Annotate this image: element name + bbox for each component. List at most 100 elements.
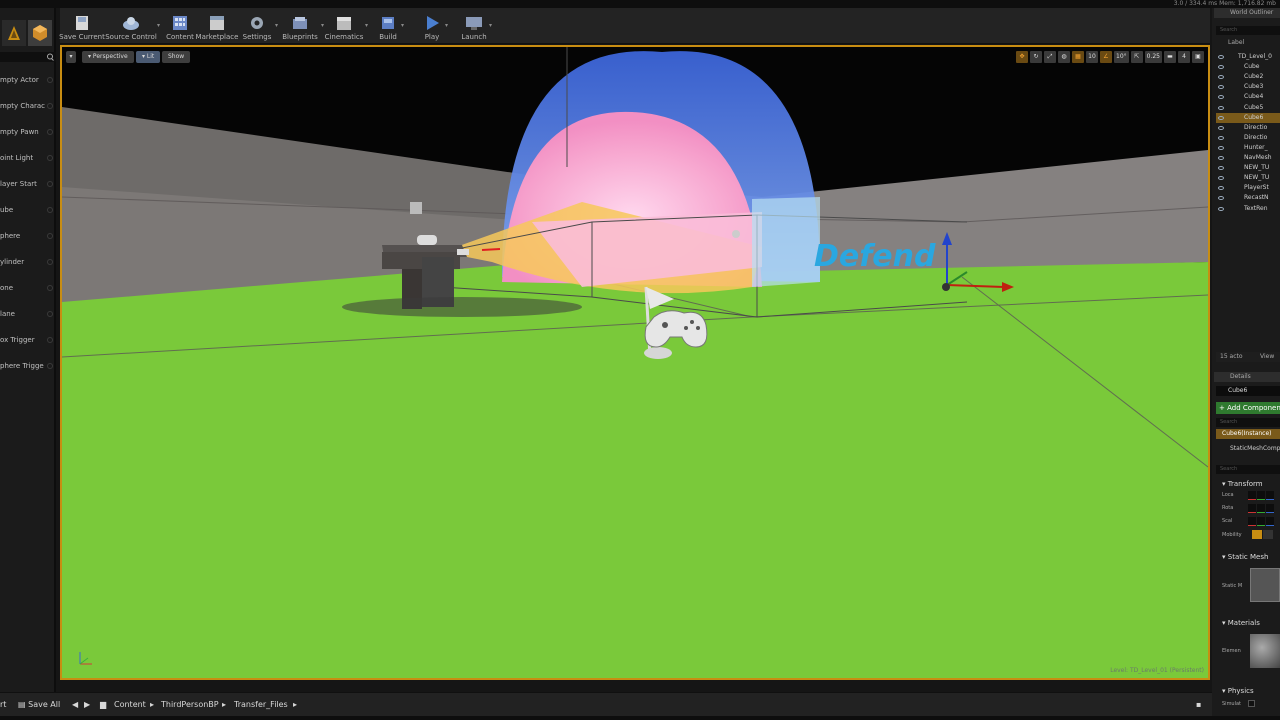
source-control-button[interactable]: Source Control ▾ <box>105 10 160 42</box>
details-tab[interactable]: Details <box>1214 372 1280 382</box>
chevron-down-icon[interactable]: ▾ <box>445 22 448 29</box>
breadcrumb-thirdpersonbp[interactable]: ThirdPersonBP <box>161 693 219 717</box>
place-search-input[interactable] <box>0 52 56 62</box>
place-actor-item[interactable]: ox Trigger <box>0 329 56 351</box>
eye-icon[interactable] <box>1218 65 1224 70</box>
perspective-button[interactable]: ▾ Perspective <box>82 51 134 63</box>
place-actor-item[interactable]: mpty Actor <box>0 69 56 91</box>
place-actor-item[interactable]: ube <box>0 199 56 221</box>
maximize-viewport-icon[interactable]: ▣ <box>1192 51 1204 63</box>
add-component-button[interactable]: + Add Componen <box>1216 402 1280 414</box>
object-name-field[interactable]: Cube6 <box>1216 386 1280 396</box>
viewport-menu-button[interactable]: ▾ <box>66 51 76 63</box>
chevron-down-icon[interactable]: ▾ <box>321 22 324 29</box>
location-fields[interactable] <box>1248 491 1274 500</box>
breadcrumb-content[interactable]: Content <box>114 693 146 717</box>
import-button[interactable]: rt <box>0 693 6 717</box>
outliner-row[interactable]: Cube6 <box>1216 112 1280 123</box>
place-actor-item[interactable]: layer Start <box>0 173 56 195</box>
scale-fields[interactable] <box>1248 517 1274 526</box>
eye-icon[interactable] <box>1218 125 1224 130</box>
save-current-button[interactable]: Save Current <box>59 10 105 42</box>
eye-icon[interactable] <box>1218 85 1224 90</box>
landscape-mode-tab[interactable] <box>2 20 26 46</box>
outliner-row[interactable]: Cube5 <box>1216 103 1280 113</box>
component-search-input[interactable]: Search <box>1216 418 1280 427</box>
simulate-physics-checkbox[interactable] <box>1248 700 1255 707</box>
chevron-down-icon[interactable]: ▾ <box>157 22 160 29</box>
place-actor-item[interactable]: mpty Pawn <box>0 121 56 143</box>
drag-handle-icon[interactable] <box>47 363 53 369</box>
world-outliner-tab[interactable]: World Outliner <box>1214 8 1280 18</box>
view-options-button[interactable]: View <box>1260 352 1274 362</box>
world-space-icon[interactable]: ◍ <box>1058 51 1070 63</box>
eye-icon[interactable] <box>1218 196 1224 201</box>
instance-row[interactable]: Cube6(Instance) <box>1216 429 1280 439</box>
outliner-row[interactable]: Cube2 <box>1216 72 1280 82</box>
chevron-down-icon[interactable]: ▾ <box>489 22 492 29</box>
outliner-row[interactable]: PlayerSt <box>1216 183 1280 193</box>
launch-button[interactable]: Launch ▾ <box>461 10 492 42</box>
details-search-input[interactable]: Search <box>1216 465 1280 474</box>
chevron-down-icon[interactable]: ▾ <box>365 22 368 29</box>
drag-handle-icon[interactable] <box>47 337 53 343</box>
place-actor-item[interactable]: mpty Charac <box>0 95 56 117</box>
content-button[interactable]: Content <box>164 10 196 42</box>
materials-section-header[interactable]: ▾ Materials <box>1216 617 1280 629</box>
eye-icon[interactable] <box>1218 75 1224 80</box>
cinematics-button[interactable]: Cinematics ▾ <box>325 10 368 42</box>
blueprints-button[interactable]: Blueprints ▾ <box>282 10 324 42</box>
drag-handle-icon[interactable] <box>47 129 53 135</box>
play-button[interactable]: Play ▾ <box>422 10 448 42</box>
eye-icon[interactable] <box>1218 186 1224 191</box>
rotation-snap-value[interactable]: 10° <box>1114 51 1129 63</box>
eye-icon[interactable] <box>1218 166 1224 171</box>
drag-handle-icon[interactable] <box>47 285 53 291</box>
rotation-snap-icon[interactable]: ∠ <box>1100 51 1112 63</box>
rotation-fields[interactable] <box>1248 504 1274 513</box>
movable-mobility-icon[interactable] <box>1263 530 1273 539</box>
static-mesh-thumbnail[interactable] <box>1250 568 1280 602</box>
place-actor-item[interactable]: ylinder <box>0 251 56 273</box>
camera-speed-value[interactable]: 4 <box>1178 51 1190 63</box>
outliner-row[interactable]: RecastN <box>1216 193 1280 203</box>
drag-handle-icon[interactable] <box>47 207 53 213</box>
outliner-row[interactable]: Cube3 <box>1216 82 1280 92</box>
drag-handle-icon[interactable] <box>47 311 53 317</box>
physics-section-header[interactable]: ▾ Physics <box>1216 685 1280 697</box>
lit-button[interactable]: ▾ Lit <box>136 51 161 63</box>
folder-icon[interactable]: ▆ <box>100 693 106 717</box>
chevron-down-icon[interactable]: ▾ <box>275 22 278 29</box>
settings-button[interactable]: Settings ▾ <box>242 10 278 42</box>
eye-icon[interactable] <box>1218 156 1224 160</box>
back-arrow-icon[interactable]: ◀ <box>72 693 78 717</box>
outliner-row[interactable]: Directio <box>1216 123 1280 133</box>
lock-icon[interactable]: ▪ <box>1196 693 1201 717</box>
outliner-row[interactable]: Hunter_ <box>1216 143 1280 153</box>
mobility-toggle[interactable] <box>1252 530 1276 539</box>
chevron-down-icon[interactable]: ▾ <box>401 22 404 29</box>
breadcrumb-transfer-files[interactable]: Transfer_Files <box>234 693 288 717</box>
outliner-row[interactable]: NEW_TU <box>1216 163 1280 173</box>
build-button[interactable]: Build ▾ <box>378 10 404 42</box>
save-all-button[interactable]: ▤ Save All <box>18 693 60 717</box>
scale-snap-value[interactable]: 0.25 <box>1144 51 1162 63</box>
material-thumbnail[interactable] <box>1250 634 1280 668</box>
forward-arrow-icon[interactable]: ▶ <box>84 693 90 717</box>
scale-snap-icon[interactable]: ⇱ <box>1130 51 1143 63</box>
static-mesh-component-row[interactable]: StaticMeshComp <box>1216 444 1280 454</box>
outliner-row[interactable]: TextRen <box>1216 204 1280 214</box>
eye-icon[interactable] <box>1218 95 1224 100</box>
show-button[interactable]: Show <box>162 51 191 63</box>
place-actor-item[interactable]: one <box>0 277 56 299</box>
eye-icon[interactable] <box>1218 206 1224 211</box>
outliner-row[interactable]: NavMesh <box>1216 153 1280 163</box>
place-actor-item[interactable]: oint Light <box>0 147 56 169</box>
text-render-actor[interactable]: Defend <box>814 239 935 274</box>
outliner-row[interactable]: NEW_TU <box>1216 173 1280 183</box>
drag-handle-icon[interactable] <box>47 259 53 265</box>
outliner-label-header[interactable]: Label <box>1216 38 1280 48</box>
outliner-row[interactable]: TD_Level_0 <box>1216 52 1280 62</box>
marketplace-button[interactable]: Marketplace <box>196 10 238 42</box>
static-mobility-icon[interactable] <box>1252 530 1262 539</box>
